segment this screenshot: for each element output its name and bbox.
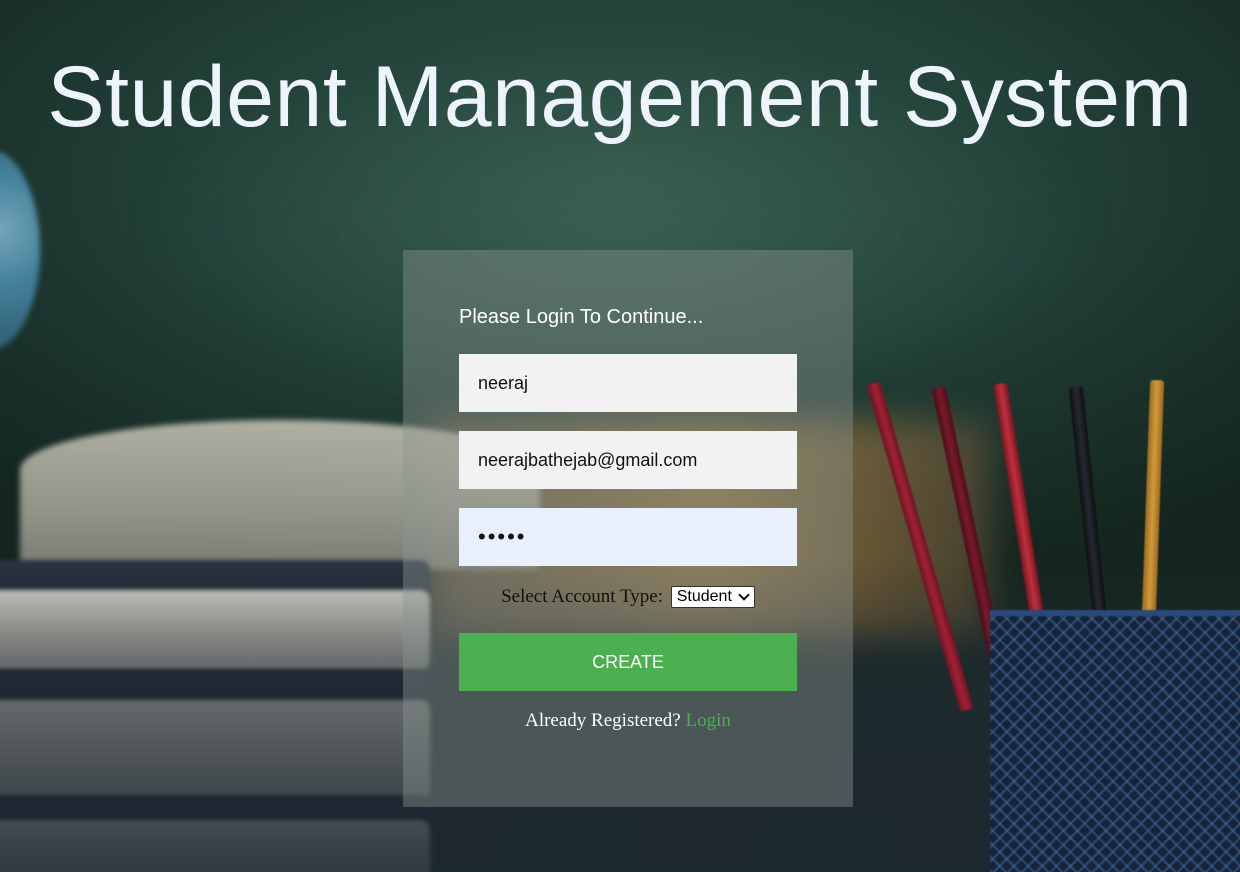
username-value: neeraj: [478, 372, 529, 393]
account-type-selected: Student: [676, 588, 732, 605]
username-input[interactable]: neeraj: [459, 354, 797, 412]
form-heading: Please Login To Continue...: [459, 306, 704, 328]
account-type-select[interactable]: Student: [670, 586, 755, 608]
password-input[interactable]: •••••: [459, 508, 797, 566]
email-input[interactable]: neerajbathejab@gmail.com: [459, 431, 797, 489]
email-value: neerajbathejab@gmail.com: [478, 449, 698, 470]
password-value: •••••: [478, 524, 527, 549]
chevron-down-icon: [738, 589, 750, 601]
register-panel: Please Login To Continue... neeraj neera…: [403, 250, 853, 807]
already-registered-text: Already Registered?: [525, 710, 681, 731]
login-link[interactable]: Login: [686, 710, 731, 731]
create-button[interactable]: CREATE: [459, 633, 797, 691]
globe-decoration: [0, 150, 40, 350]
page-title: Student Management System: [47, 49, 1193, 145]
account-type-label: Select Account Type:: [501, 586, 663, 607]
account-type-row: Select Account Type: Student: [403, 586, 853, 608]
pencil-cup: [990, 610, 1240, 872]
already-registered-row: Already Registered? Login: [403, 710, 853, 732]
